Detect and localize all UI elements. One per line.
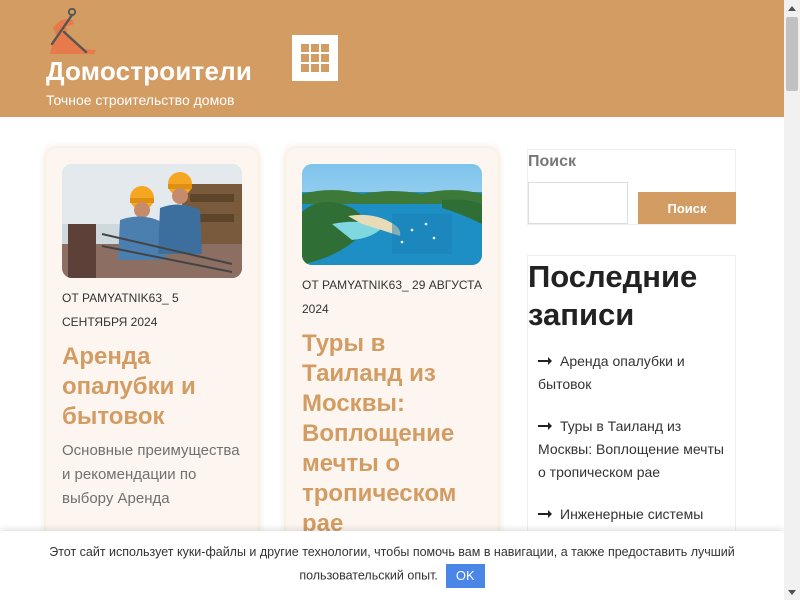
post-title-link[interactable]: Аренда опалубки и бытовок <box>62 342 246 432</box>
recent-post-link[interactable]: Инженерные системы <box>538 503 728 526</box>
scroll-up-icon[interactable] <box>784 0 800 16</box>
post-meta: ОТ PAMYATNIK63_ 29 АВГУСТА 2024 <box>302 278 483 316</box>
scrollbar-thumb[interactable] <box>786 17 798 91</box>
recent-post-label: Аренда опалубки и бытовок <box>538 353 685 392</box>
arrow-right-icon <box>538 415 554 438</box>
cookie-ok-button[interactable]: OK <box>445 564 485 588</box>
recent-post-label: Инженерные системы <box>560 506 704 522</box>
arrow-right-icon <box>538 503 554 526</box>
recent-post-link[interactable]: Аренда опалубки и бытовок <box>538 350 728 396</box>
site-description: Точное строительство домов <box>46 92 235 108</box>
site-header: Домостроители Точное строительство домов <box>0 0 784 117</box>
search-label: Поиск <box>528 153 577 170</box>
construction-workers-photo[interactable] <box>62 164 242 278</box>
cookie-notice-text: Этот сайт использует куки-файлы и другие… <box>49 545 735 583</box>
recent-posts-title: Последние записи <box>528 259 698 332</box>
recent-post-label: Туры в Таиланд из Москвы: Воплощение меч… <box>538 418 724 480</box>
recent-post-link[interactable]: Туры в Таиланд из Москвы: Воплощение меч… <box>538 415 728 484</box>
search-input[interactable] <box>528 182 628 224</box>
post-excerpt: Основные преимущества и рекомендации по … <box>62 442 240 507</box>
search-button[interactable]: Поиск <box>638 192 736 224</box>
site-title[interactable]: Домостроители <box>46 56 252 87</box>
tropical-island-photo[interactable] <box>302 164 482 265</box>
recent-posts-widget: Последние записи Аренда опалубки и бытов… <box>527 255 736 555</box>
post-card: ОТ PAMYATNIK63_ 29 АВГУСТА 2024 Туры в Т… <box>286 148 498 548</box>
post-card: ОТ PAMYATNIK63_ 5 СЕНТЯБРЯ 2024 Аренда о… <box>46 148 258 548</box>
arrow-right-icon <box>538 350 554 373</box>
cookie-consent-bar: Этот сайт использует куки-файлы и другие… <box>0 531 784 600</box>
scroll-down-icon[interactable] <box>784 584 800 600</box>
post-meta: ОТ PAMYATNIK63_ 5 СЕНТЯБРЯ 2024 <box>62 291 179 329</box>
post-title-link[interactable]: Туры в Таиланд из Москвы: Воплощение меч… <box>302 329 486 539</box>
grid-menu-icon <box>301 44 329 72</box>
menu-toggle-button[interactable] <box>292 35 338 81</box>
search-widget: Поиск Поиск <box>527 149 736 225</box>
page-scrollbar[interactable] <box>784 0 800 600</box>
construction-worker-icon[interactable] <box>46 6 100 54</box>
cookie-notice: Этот сайт использует куки-файлы и другие… <box>20 541 764 588</box>
